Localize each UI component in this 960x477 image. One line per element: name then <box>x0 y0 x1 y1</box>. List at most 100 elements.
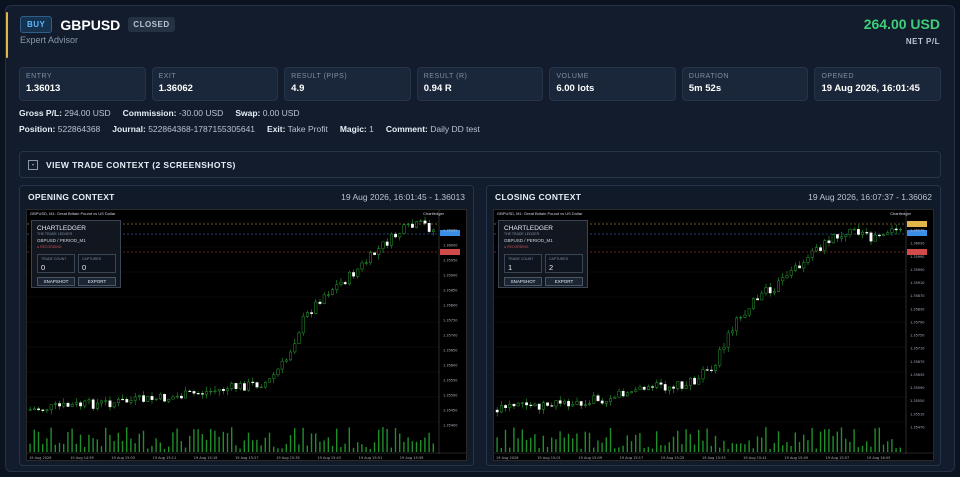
volume-bar <box>63 443 65 452</box>
view-trade-context-toggle[interactable]: - VIEW TRADE CONTEXT (2 SCREENSHOTS) <box>19 151 941 178</box>
volume-bar <box>551 437 553 452</box>
panel-title: CLOSING CONTEXT <box>495 192 582 202</box>
candle <box>743 314 747 318</box>
candle <box>184 390 187 399</box>
volume-bar <box>794 432 796 452</box>
candle <box>91 399 95 409</box>
net-pl-label: NET P/L <box>905 37 940 46</box>
price-axis-label: 1.35450 <box>443 409 457 413</box>
strategy-subtitle: Expert Advisor <box>20 35 79 45</box>
export-button[interactable]: EXPORT <box>545 277 583 286</box>
volume-bar <box>331 445 334 452</box>
volume-bar <box>874 428 876 452</box>
stat-label: RESULT (PIPS) <box>291 73 348 80</box>
candle <box>356 268 360 277</box>
closing-screenshot[interactable]: 1.36070 1.36030 1.35990 1.35950 1.35910 1.358… <box>493 209 934 461</box>
time-axis-label: 19 Aug 15:27 <box>235 456 259 460</box>
stat-value: 0.94 R <box>423 83 452 94</box>
volume-bar <box>546 446 549 452</box>
trade-count-value: 0 <box>41 263 46 272</box>
stat-entry: ENTRY 1.36013 <box>19 67 146 101</box>
volume-bar <box>672 436 675 452</box>
opening-screenshot[interactable]: 1.36060 1.36000 1.35950 1.35900 1.35850 1.358… <box>26 209 467 461</box>
volume-bar <box>567 433 570 452</box>
captures-value: 0 <box>82 263 87 272</box>
price-axis-label: 1.35550 <box>443 379 457 383</box>
candle <box>588 403 592 405</box>
volume-bar <box>496 437 498 452</box>
commission-label: Commission: <box>122 108 177 118</box>
volume-bar <box>555 439 557 452</box>
panel-info: 19 Aug 2026, 16:01:45 - 1.36013 <box>341 192 465 202</box>
candle <box>739 317 743 319</box>
gross-value: 294.00 USD <box>64 108 111 118</box>
candle <box>280 360 284 370</box>
candle <box>70 403 74 407</box>
candle <box>54 403 57 405</box>
volume-bar <box>67 431 69 452</box>
volume-bar <box>142 430 145 452</box>
volume-bar <box>828 429 830 452</box>
candle <box>423 220 427 224</box>
candle <box>890 228 894 233</box>
volume-bar <box>58 442 61 452</box>
candle <box>521 402 524 404</box>
candle <box>730 330 734 334</box>
stat-exit: EXIT 1.36062 <box>151 67 279 101</box>
volume-bar <box>42 443 44 452</box>
volume-bar <box>33 429 35 452</box>
candle <box>327 294 330 296</box>
candle <box>390 233 393 246</box>
price-axis-label: 1.35800 <box>443 304 457 308</box>
price-axis-label: 1.35850 <box>443 289 457 293</box>
candle <box>83 400 87 407</box>
candle <box>609 398 613 402</box>
recording-indicator: ● RECORDING <box>37 245 62 249</box>
candle <box>234 383 238 389</box>
volume-bar <box>853 429 855 452</box>
volume-bar <box>205 439 208 452</box>
candle <box>129 400 133 403</box>
volume-bar <box>887 441 889 452</box>
candle <box>259 386 263 389</box>
candle <box>798 265 801 269</box>
price-axis-label: 1.35950 <box>910 268 924 272</box>
volume-bar <box>193 429 195 452</box>
stat-value: 1.36062 <box>158 83 193 94</box>
snapshot-button[interactable]: SNAPSHOT <box>504 277 542 286</box>
candle <box>66 402 70 407</box>
snapshot-button[interactable]: SNAPSHOT <box>37 277 75 286</box>
volume-bar <box>698 429 700 452</box>
time-axis-label: 19 Aug 15:41 <box>743 456 767 460</box>
candle <box>163 394 166 402</box>
volume-bar <box>218 436 220 452</box>
candle <box>289 351 292 361</box>
export-button[interactable]: EXPORT <box>78 277 116 286</box>
volume-bar <box>647 446 649 452</box>
volume-bar <box>542 435 544 452</box>
exit-price-tag <box>907 221 927 227</box>
trade-count-box: TRADE COUNT 0 <box>37 254 75 273</box>
volume-bar <box>201 434 203 452</box>
candle <box>175 395 179 398</box>
stop-price-tag <box>440 249 460 255</box>
chart-brand: Chartledger <box>423 211 444 216</box>
volume-bar <box>46 438 48 452</box>
volume-bar <box>189 435 191 452</box>
collapse-icon[interactable]: - <box>28 159 38 170</box>
candle <box>819 247 822 251</box>
candle <box>701 369 705 380</box>
comment-label: Comment: <box>385 124 428 134</box>
captures-box: CAPTURES 0 <box>78 254 116 273</box>
panel-title: OPENING CONTEXT <box>28 192 115 202</box>
price-axis-label: 1.35750 <box>910 334 924 338</box>
candle <box>634 389 638 392</box>
volume-bar <box>226 433 229 452</box>
volume-bar <box>576 433 578 452</box>
volume-bar <box>134 443 136 452</box>
candle <box>406 223 410 226</box>
candle <box>419 220 423 222</box>
candle <box>79 402 83 407</box>
journal-label: Journal: <box>112 124 146 134</box>
volume-bar <box>176 428 178 452</box>
